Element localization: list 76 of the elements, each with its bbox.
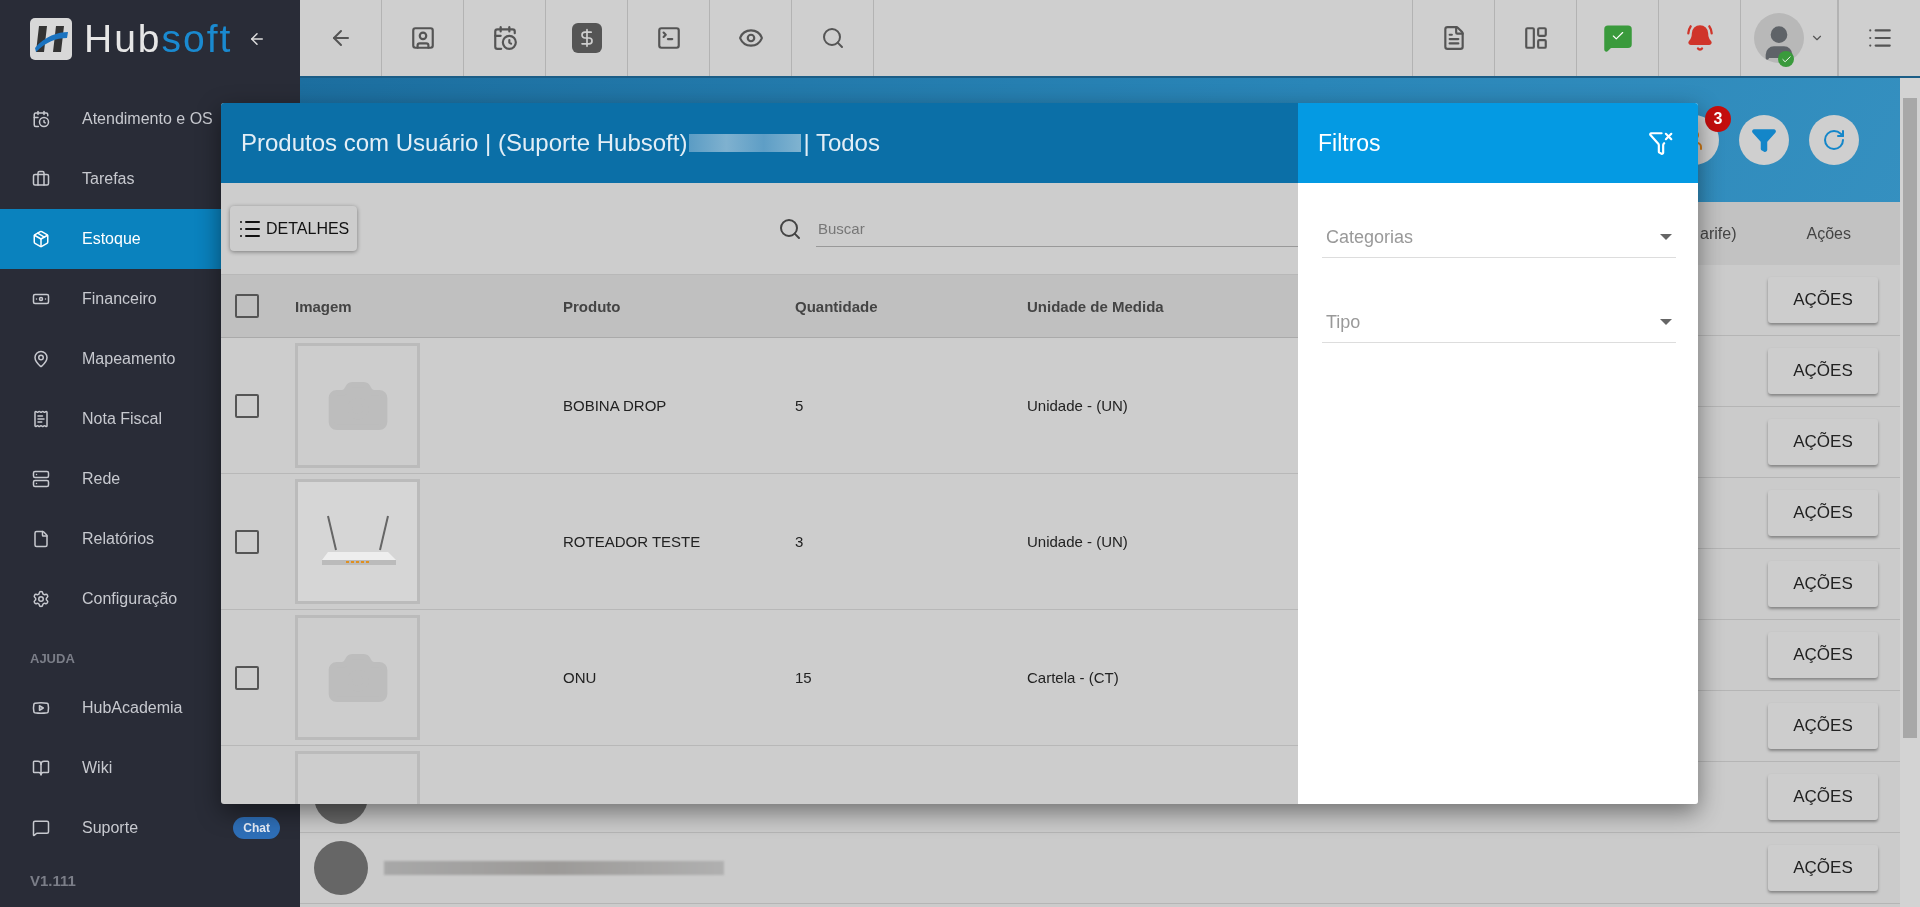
receipt-icon xyxy=(32,410,50,428)
document-icon xyxy=(32,530,50,548)
bell-icon xyxy=(1685,24,1714,52)
filter-button[interactable] xyxy=(1739,115,1789,165)
checkbox[interactable] xyxy=(235,393,259,418)
actions-button[interactable]: AÇÕES xyxy=(1768,490,1878,536)
logo-icon xyxy=(30,18,72,60)
refresh-button[interactable] xyxy=(1809,115,1859,165)
column-header: Ações xyxy=(1806,224,1851,243)
column-header: Imagem xyxy=(295,297,353,315)
modal-title: | Todos xyxy=(803,129,880,157)
search-icon xyxy=(778,216,802,241)
play-icon xyxy=(32,699,50,717)
search-icon xyxy=(820,26,845,50)
table-cell-text: 15 xyxy=(795,669,813,686)
actions-button[interactable]: AÇÕES xyxy=(1768,632,1878,678)
calendar-clock-icon xyxy=(491,25,518,51)
column-header: Unidade de Medida xyxy=(1027,297,1165,315)
terminal-icon xyxy=(655,25,682,51)
caret-icon xyxy=(1660,234,1672,240)
sidebar-item[interactable]: Rede xyxy=(0,449,300,509)
server-icon xyxy=(32,470,50,488)
chat-icon xyxy=(32,819,50,837)
modal-title: Produtos com Usuário | (Suporte Hubsoft) xyxy=(241,129,688,157)
contact-card-icon xyxy=(409,25,436,51)
sidebar-item[interactable]: Configuração xyxy=(0,569,300,629)
actions-button[interactable]: AÇÕES xyxy=(1768,703,1878,749)
actions-button[interactable]: AÇÕES xyxy=(1768,774,1878,820)
board-icon xyxy=(1522,25,1549,51)
briefcase-icon xyxy=(32,170,50,188)
chat-check-icon xyxy=(1602,23,1633,53)
section-heading: AJUDA xyxy=(30,651,75,666)
actions-button[interactable]: AÇÕES xyxy=(1768,277,1878,323)
table-cell-text: Cartela - (CT) xyxy=(1027,669,1120,686)
sidebar-item[interactable]: Suporte Chat xyxy=(0,798,300,858)
sidebar-item[interactable]: Mapeamento xyxy=(0,329,300,389)
clear-filter-icon xyxy=(1648,130,1674,156)
checkbox[interactable] xyxy=(235,294,259,318)
table-cell-text: BOBINA DROP xyxy=(563,397,668,414)
book-icon xyxy=(32,759,50,777)
checkbox[interactable] xyxy=(235,529,259,554)
settings-icon xyxy=(32,590,50,608)
table-cell-text: ROTEADOR TESTE xyxy=(563,533,702,550)
table-cell-text: ONU xyxy=(563,669,598,686)
table-cell-text: Unidade - (UN) xyxy=(1027,397,1129,414)
version-label: V1.111 xyxy=(30,872,76,889)
clear-filter-button[interactable] xyxy=(1648,130,1674,156)
column-header: Produto xyxy=(563,297,622,315)
actions-button[interactable]: AÇÕES xyxy=(1768,348,1878,394)
notification-badge: 3 xyxy=(1705,106,1731,132)
box-icon xyxy=(32,230,50,248)
table-cell-text: Unidade - (UN) xyxy=(1027,533,1129,550)
sidebar-item[interactable]: Relatórios xyxy=(0,509,300,569)
sidebar-item[interactable]: HubAcademia xyxy=(0,678,300,738)
panel-title: Filtros xyxy=(1318,129,1381,157)
scrollbar[interactable] xyxy=(1900,78,1920,907)
sidebar-item[interactable]: Nota Fiscal xyxy=(0,389,300,449)
column-header: Quantidade xyxy=(795,297,879,315)
table-cell-text: 5 xyxy=(795,397,805,414)
map-pin-icon xyxy=(32,350,50,368)
caret-icon xyxy=(1660,319,1672,325)
calendar-clock-icon xyxy=(32,110,50,128)
actions-button[interactable]: AÇÕES xyxy=(1768,845,1878,891)
table-cell-text: 3 xyxy=(795,533,805,550)
dollar-icon xyxy=(571,23,602,53)
actions-button[interactable]: AÇÕES xyxy=(1768,561,1878,607)
checkbox[interactable] xyxy=(235,665,259,690)
filter-icon xyxy=(1751,127,1777,153)
chat-badge: Chat xyxy=(233,817,280,839)
column-header: arife) xyxy=(1700,224,1737,243)
sidebar-item[interactable]: Wiki xyxy=(0,738,300,798)
search-field[interactable]: Buscar xyxy=(816,210,1298,247)
details-button[interactable]: DETALHES xyxy=(230,206,358,251)
brand-name: Hubsoft xyxy=(84,17,233,61)
refresh-icon xyxy=(1822,128,1846,152)
actions-button[interactable]: AÇÕES xyxy=(1768,419,1878,465)
